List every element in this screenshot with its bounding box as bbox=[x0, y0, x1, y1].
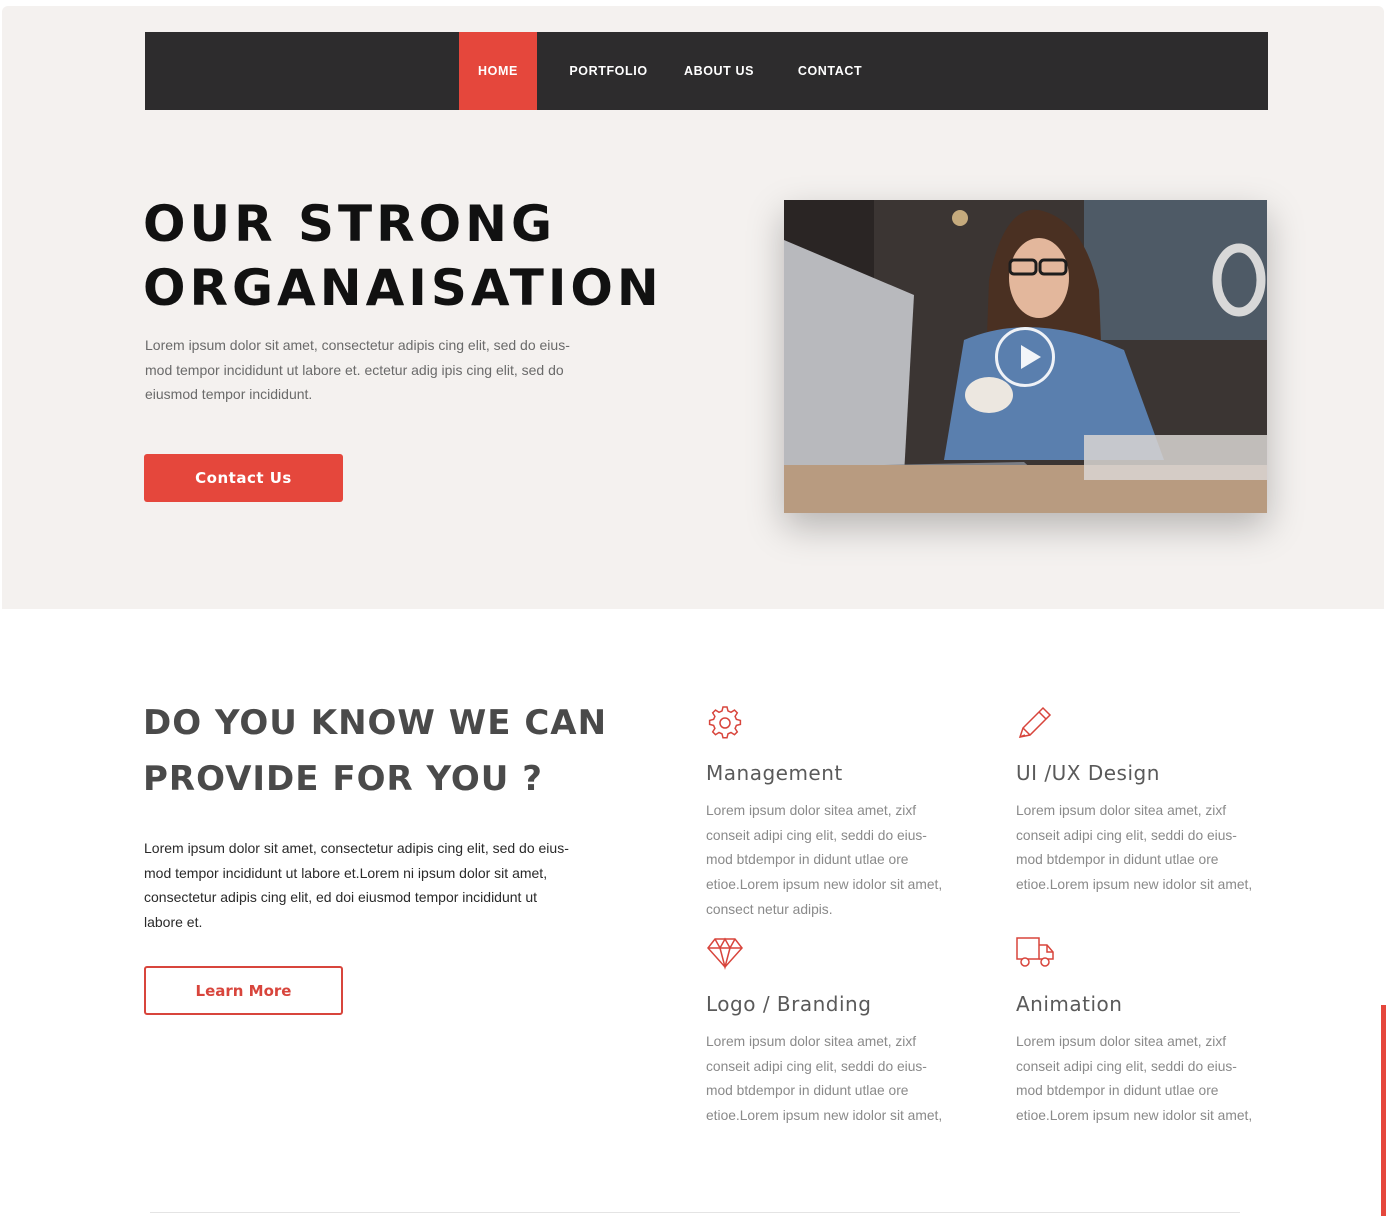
section-divider bbox=[150, 1212, 1240, 1213]
service-text-line: consect netur adipis. bbox=[706, 901, 833, 917]
section-title-line-1: DO YOU KNOW WE CAN bbox=[143, 703, 608, 743]
service-text-line: conseit adipi cing elit, seddi do eius- bbox=[1016, 1058, 1237, 1074]
section-text-line: labore et. bbox=[144, 913, 203, 930]
service-text-line: mod btdempor in didunt utlae ore bbox=[706, 1083, 909, 1099]
scrollbar-thumb[interactable] bbox=[1381, 1005, 1386, 1216]
service-description: Lorem ipsum dolor sitea amet, zixf conse… bbox=[1016, 799, 1284, 898]
nav-about-us[interactable]: ABOUT US bbox=[675, 32, 763, 110]
service-text-line: etioe.Lorem ipsum new idolor sit amet, bbox=[1016, 1108, 1253, 1124]
nav-contact[interactable]: CONTACT bbox=[785, 32, 875, 110]
nav-portfolio[interactable]: PORTFOLIO bbox=[557, 32, 660, 110]
service-description: Lorem ipsum dolor sitea amet, zixf conse… bbox=[706, 1030, 974, 1129]
section-title: DO YOU KNOW WE CAN PROVIDE FOR YOU ? bbox=[143, 695, 663, 807]
service-text-line: conseit adipi cing elit, seddi do eius- bbox=[706, 827, 927, 843]
service-text-line: mod btdempor in didunt utlae ore bbox=[706, 852, 909, 868]
diamond-icon bbox=[707, 937, 743, 970]
truck-icon bbox=[1016, 937, 1054, 967]
section-title-line-2: PROVIDE FOR YOU ? bbox=[143, 759, 543, 799]
service-text-line: conseit adipi cing elit, seddi do eius- bbox=[706, 1058, 927, 1074]
service-text-line: Lorem ipsum dolor sitea amet, zixf bbox=[1016, 1034, 1227, 1049]
section-description: Lorem ipsum dolor sit amet, consectetur … bbox=[144, 836, 614, 934]
main-navbar: HOME PORTFOLIO ABOUT US CONTACT bbox=[145, 32, 1268, 110]
hero-title-line-1: OUR STRONG bbox=[143, 195, 557, 253]
service-title: Animation bbox=[1016, 992, 1123, 1016]
hero-text-line: Lorem ipsum dolor sit amet, consectetur … bbox=[145, 337, 570, 353]
service-title: UI /UX Design bbox=[1016, 761, 1160, 785]
service-text-line: conseit adipi cing elit, seddi do eius- bbox=[1016, 827, 1237, 843]
nav-home[interactable]: HOME bbox=[459, 32, 537, 110]
section-text-line: consectetur adipis cing elit, ed doi eiu… bbox=[144, 889, 537, 905]
service-title: Logo / Branding bbox=[706, 992, 872, 1016]
service-text-line: mod btdempor in didunt utlae ore bbox=[1016, 1083, 1219, 1099]
hero-title: OUR STRONG ORGANAISATION bbox=[143, 192, 743, 320]
learn-more-button[interactable]: Learn More bbox=[144, 966, 343, 1015]
service-text-line: mod btdempor in didunt utlae ore bbox=[1016, 852, 1219, 868]
play-button-icon[interactable] bbox=[995, 327, 1055, 387]
service-text-line: Lorem ipsum dolor sitea amet, zixf bbox=[706, 803, 917, 818]
service-description: Lorem ipsum dolor sitea amet, zixf conse… bbox=[1016, 1030, 1284, 1129]
pencil-icon bbox=[1018, 706, 1052, 738]
hero-text-line: mod tempor incididunt ut labore et. ecte… bbox=[145, 361, 564, 378]
hero-description: Lorem ipsum dolor sit amet, consectetur … bbox=[145, 333, 615, 407]
service-text-line: Lorem ipsum dolor sitea amet, zixf bbox=[1016, 803, 1227, 818]
service-text-line: etioe.Lorem ipsum new idolor sit amet, bbox=[706, 1108, 943, 1124]
section-text-line: mod tempor incididunt ut labore et.Lorem… bbox=[144, 864, 548, 881]
hero-text-line: eiusmod tempor incididunt. bbox=[145, 386, 313, 402]
service-title: Management bbox=[706, 761, 843, 785]
service-text-line: Lorem ipsum dolor sitea amet, zixf bbox=[706, 1034, 917, 1049]
contact-us-button[interactable]: Contact Us bbox=[144, 454, 343, 502]
gear-icon bbox=[708, 706, 742, 739]
hero-title-line-2: ORGANAISATION bbox=[143, 259, 663, 317]
section-text-line: Lorem ipsum dolor sit amet, consectetur … bbox=[144, 840, 569, 856]
service-text-line: etioe.Lorem ipsum new idolor sit amet, bbox=[1016, 877, 1253, 893]
service-description: Lorem ipsum dolor sitea amet, zixf conse… bbox=[706, 799, 974, 923]
service-text-line: etioe.Lorem ipsum new idolor sit amet, bbox=[706, 877, 943, 893]
